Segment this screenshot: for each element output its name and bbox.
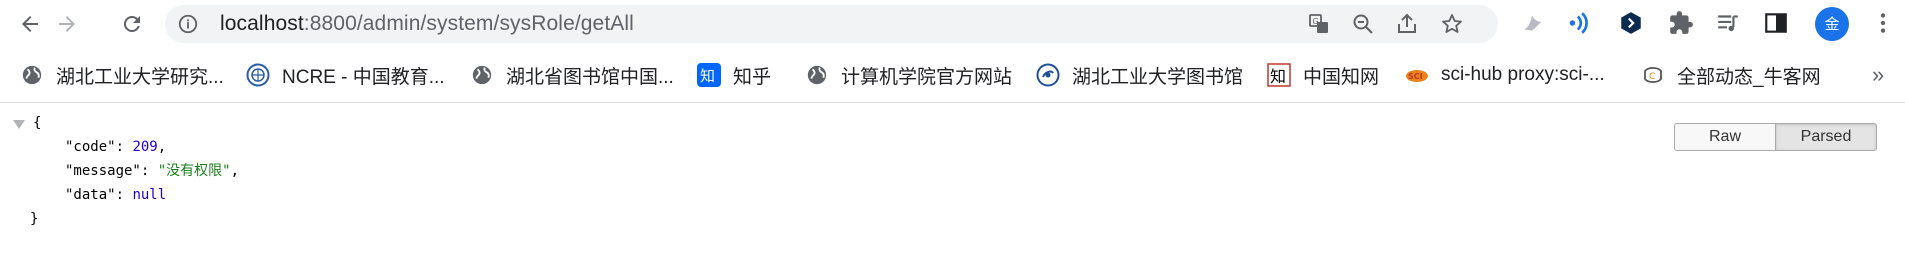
site-info-icon[interactable] — [177, 13, 199, 35]
bookmark-cs-college[interactable]: 计算机学院官方网站 — [805, 58, 1012, 92]
svg-text:知: 知 — [700, 67, 715, 85]
raw-button[interactable]: Raw — [1674, 123, 1776, 151]
media-queue-icon[interactable] — [1715, 10, 1741, 36]
library-icon — [1036, 63, 1060, 87]
reload-icon — [123, 15, 140, 32]
bookmark-label: 湖北工业大学图书馆 — [1072, 66, 1244, 88]
share-icon[interactable] — [1395, 12, 1419, 36]
translate-icon[interactable]: G — [1307, 12, 1331, 36]
json-key: "code" — [65, 139, 116, 155]
back-button[interactable] — [12, 6, 48, 42]
scihub-icon: SCI — [1405, 63, 1429, 87]
bookmark-hubei-library[interactable]: 湖北省图书馆中国... — [470, 58, 674, 92]
back-arrow-icon — [22, 16, 38, 32]
json-value-string: "没有权限" — [157, 163, 231, 179]
bookmark-label: 中国知网 — [1303, 66, 1380, 88]
json-close-brace: } — [30, 211, 39, 227]
forward-button[interactable] — [49, 6, 85, 42]
globe-icon — [805, 63, 829, 87]
browser-toolbar: localhost:8800/admin/system/sysRole/getA… — [0, 0, 1905, 48]
json-separator: : — [140, 163, 158, 179]
bookmark-hbut-library[interactable]: 湖北工业大学图书馆 — [1036, 58, 1243, 92]
json-value-number: 209 — [132, 139, 158, 155]
bookmark-zhihu[interactable]: 知 知乎 — [697, 58, 771, 92]
zoom-out-icon[interactable] — [1351, 12, 1375, 36]
zhihu-icon: 知 — [697, 63, 721, 87]
nowcoder-icon: C — [1641, 63, 1665, 87]
ncre-icon — [246, 63, 270, 87]
parsed-button[interactable]: Parsed — [1776, 123, 1877, 151]
svg-text:SCI: SCI — [1408, 72, 1423, 81]
json-comma: , — [157, 139, 167, 155]
bookmark-hbut-grad[interactable]: 湖北工业大学研究... — [20, 58, 224, 92]
json-entry-data: "data": null — [65, 184, 166, 206]
more-menu-icon[interactable] — [1870, 10, 1896, 36]
profile-avatar[interactable]: 金 — [1815, 7, 1849, 41]
bookmark-nowcoder[interactable]: C 全部动态_牛客网 — [1641, 58, 1821, 92]
forward-arrow-icon — [59, 16, 75, 32]
bookmark-ncre[interactable]: NCRE - 中国教育... — [246, 58, 445, 92]
cnki-icon: 知 — [1267, 63, 1291, 87]
bookmark-scihub[interactable]: SCI sci-hub proxy:sci-... — [1405, 58, 1605, 92]
json-entry-code: "code": 209, — [65, 136, 166, 158]
bookmark-label: 知乎 — [733, 66, 772, 88]
side-panel-icon[interactable] — [1763, 10, 1789, 36]
json-key: "message" — [65, 163, 141, 179]
extension-wave-icon[interactable] — [1567, 10, 1593, 36]
json-entry-message: "message": "没有权限", — [65, 160, 239, 182]
extensions-puzzle-icon[interactable] — [1668, 10, 1694, 36]
bookmark-label: NCRE - 中国教育... — [282, 66, 445, 88]
bookmark-label: 全部动态_牛客网 — [1677, 66, 1821, 88]
svg-text:C: C — [1649, 72, 1655, 82]
view-mode-toggle: Raw Parsed — [1674, 123, 1877, 151]
json-comma: , — [230, 163, 240, 179]
bookmarks-bar: 湖北工业大学研究... NCRE - 中国教育... 湖北省图书馆中国... 知… — [0, 48, 1905, 103]
collapse-toggle-icon[interactable] — [13, 120, 25, 129]
json-separator: : — [115, 187, 133, 203]
url-path: :8800/admin/system/sysRole/getAll — [303, 12, 634, 35]
bookmark-star-icon[interactable] — [1440, 12, 1464, 36]
address-bar[interactable]: localhost:8800/admin/system/sysRole/getA… — [165, 5, 1498, 43]
reload-button[interactable] — [114, 6, 150, 42]
url-host: localhost — [220, 12, 304, 35]
svg-text:知: 知 — [1270, 67, 1286, 86]
bookmark-cnki[interactable]: 知 中国知网 — [1267, 58, 1379, 92]
bookmarks-overflow-button[interactable]: » — [1872, 62, 1884, 88]
extension-hex-icon[interactable] — [1618, 10, 1644, 36]
url-text[interactable]: localhost:8800/admin/system/sysRole/getA… — [220, 5, 634, 43]
globe-icon — [20, 63, 44, 87]
json-value-null: null — [132, 187, 167, 203]
json-separator: : — [115, 139, 133, 155]
globe-icon — [470, 63, 494, 87]
extension-bird-icon[interactable] — [1520, 10, 1546, 36]
bookmark-label: 湖北省图书馆中国... — [506, 66, 674, 88]
svg-text:G: G — [1313, 17, 1319, 26]
bookmark-label: 湖北工业大学研究... — [56, 66, 224, 88]
json-key: "data" — [65, 187, 116, 203]
json-viewer: { "code": 209, "message": "没有权限", "data"… — [0, 103, 1905, 271]
bookmark-label: sci-hub proxy:sci-... — [1441, 64, 1605, 85]
bookmark-label: 计算机学院官方网站 — [841, 66, 1013, 88]
json-open-brace: { — [33, 115, 42, 131]
